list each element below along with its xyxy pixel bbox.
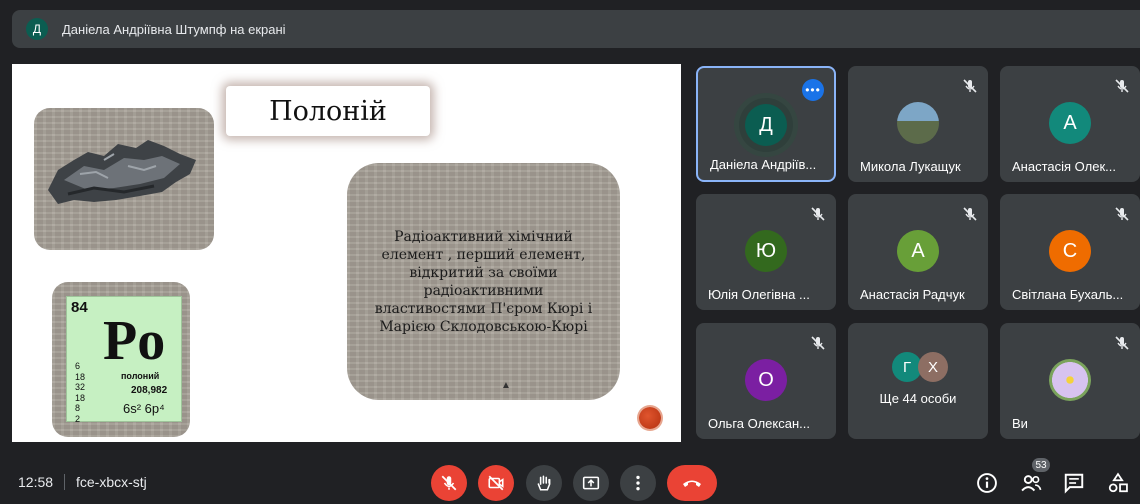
camera-toggle-button[interactable] bbox=[478, 465, 514, 501]
camera-off-icon bbox=[488, 475, 504, 491]
shapes-icon bbox=[1108, 472, 1128, 493]
more-vert-icon bbox=[636, 475, 640, 491]
more-participants-tile[interactable]: Г Х Ще 44 особи bbox=[848, 323, 988, 439]
hang-up-icon bbox=[683, 480, 701, 487]
avatar: Д bbox=[745, 104, 787, 146]
activities-button[interactable] bbox=[1105, 470, 1131, 496]
meeting-time: 12:58 bbox=[18, 474, 54, 490]
present-screen-button[interactable] bbox=[573, 465, 609, 501]
slide-button-dot bbox=[639, 407, 661, 429]
slide-title: Полоній bbox=[226, 86, 430, 136]
mic-off-icon bbox=[811, 207, 825, 221]
mic-off-icon bbox=[963, 79, 977, 93]
electron-shells: 6 18 32 18 8 2 bbox=[75, 361, 86, 424]
description-text: Радіоактивний хімічний елемент , перший … bbox=[374, 228, 593, 335]
meeting-code: fce-xbcx-stj bbox=[76, 474, 147, 490]
divider bbox=[64, 474, 65, 490]
more-participants-label: Ще 44 особи bbox=[879, 391, 957, 406]
people-icon bbox=[1021, 475, 1042, 492]
avatar: Х bbox=[918, 352, 948, 382]
electron-config: 6s² 6p⁴ bbox=[123, 401, 165, 416]
mic-off-icon bbox=[811, 336, 825, 350]
shared-screen-slide: Полоній Радіоактивний хімічний елемент ,… bbox=[12, 64, 681, 442]
chat-button[interactable] bbox=[1061, 470, 1087, 496]
element-card: 84 Po 6 18 32 18 8 2 полоний 208,982 6s²… bbox=[66, 296, 182, 424]
periodic-element-box: 84 Po 6 18 32 18 8 2 полоний 208,982 6s²… bbox=[52, 282, 190, 437]
info-icon bbox=[977, 473, 997, 493]
avatar: А bbox=[897, 230, 939, 272]
participant-tile[interactable]: С Світлана Бухаль... bbox=[1000, 194, 1140, 310]
participant-name: Даніела Андріїв... bbox=[710, 157, 817, 172]
presenting-text: Даніела Андріївна Штумпф на екрані bbox=[62, 21, 286, 37]
mic-off-icon bbox=[1115, 79, 1129, 93]
polonium-ore-image bbox=[34, 108, 214, 250]
avatar: Ю bbox=[745, 230, 787, 272]
self-tile[interactable]: Ви bbox=[1000, 323, 1140, 439]
hand-icon bbox=[537, 475, 551, 491]
participant-name: Світлана Бухаль... bbox=[1012, 287, 1124, 302]
more-options-button[interactable] bbox=[620, 465, 656, 501]
avatar bbox=[897, 102, 939, 144]
avatar: А bbox=[1049, 102, 1091, 144]
avatar: С bbox=[1049, 230, 1091, 272]
more-options-icon[interactable]: ••• bbox=[802, 79, 824, 101]
presenter-avatar: Д bbox=[26, 18, 48, 40]
description-box: Радіоактивний хімічний елемент , перший … bbox=[347, 163, 620, 400]
avatar bbox=[1049, 359, 1091, 401]
participant-tile[interactable]: А Анастасія Радчук bbox=[848, 194, 988, 310]
participant-tile[interactable]: ••• Д Даніела Андріїв... bbox=[696, 66, 836, 182]
chat-icon bbox=[1064, 473, 1084, 494]
meeting-details-button[interactable] bbox=[974, 470, 1000, 496]
mic-off-icon bbox=[1115, 207, 1129, 221]
present-icon bbox=[582, 476, 600, 490]
participant-name: Ольга Олексан... bbox=[708, 416, 810, 431]
participant-tile[interactable]: Микола Лукащук bbox=[848, 66, 988, 182]
people-count-badge: 53 bbox=[1032, 458, 1050, 472]
element-name: полоний bbox=[121, 371, 160, 381]
participant-tile[interactable]: О Ольга Олексан... bbox=[696, 323, 836, 439]
avatar: О bbox=[745, 359, 787, 401]
mic-off-icon bbox=[963, 207, 977, 221]
people-button[interactable] bbox=[1018, 470, 1044, 496]
atomic-mass: 208,982 bbox=[131, 385, 168, 396]
participant-name: Анастасія Олек... bbox=[1012, 159, 1116, 174]
mic-toggle-button[interactable] bbox=[431, 465, 467, 501]
participant-name: Анастасія Радчук bbox=[860, 287, 965, 302]
participant-name: Ви bbox=[1012, 416, 1028, 431]
participant-tile[interactable]: А Анастасія Олек... bbox=[1000, 66, 1140, 182]
atomic-number: 84 bbox=[71, 299, 88, 316]
participant-name: Юлія Олегівна ... bbox=[708, 287, 810, 302]
mic-off-icon bbox=[441, 475, 457, 491]
raise-hand-button[interactable] bbox=[526, 465, 562, 501]
participant-tile[interactable]: Ю Юлія Олегівна ... bbox=[696, 194, 836, 310]
participant-name: Микола Лукащук bbox=[860, 159, 961, 174]
presenting-banner: Д Даніела Андріївна Штумпф на екрані bbox=[12, 10, 1140, 48]
leave-call-button[interactable] bbox=[667, 465, 717, 501]
mic-off-icon bbox=[1115, 336, 1129, 350]
element-symbol: Po bbox=[103, 310, 166, 372]
mouse-cursor-icon: ▲ bbox=[501, 380, 511, 391]
